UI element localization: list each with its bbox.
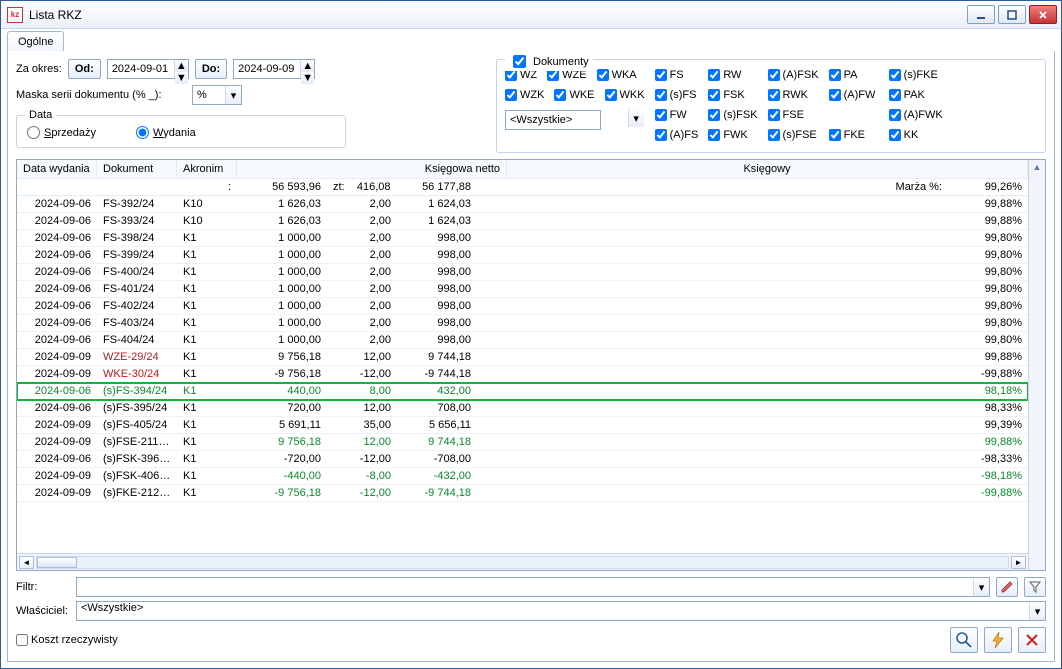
to-button[interactable]: Do:	[195, 59, 227, 79]
doc-check-pa[interactable]: PA	[829, 66, 879, 84]
run-button[interactable]	[984, 627, 1012, 653]
doc-check-wka[interactable]: WKA	[597, 66, 637, 84]
main-pane: Za okres: Od: ▲▼ Do: ▲▼	[7, 51, 1055, 662]
doc-check-fke[interactable]: FKE	[829, 126, 879, 144]
app-window: kz Lista RKZ Ogólne Za okres: Od:	[0, 0, 1062, 669]
magnifier-icon	[955, 631, 973, 649]
table-row[interactable]: 2024-09-06(s)FS-395/24K1720,0012,00708,0…	[17, 400, 1028, 417]
col-doc[interactable]: Dokument	[97, 160, 177, 178]
chevron-down-icon[interactable]: ▾	[1029, 602, 1045, 620]
grid-body[interactable]: 2024-09-06FS-392/24K101 626,032,001 624,…	[17, 196, 1028, 553]
radio-issue[interactable]: Wydania	[136, 126, 196, 139]
filter-clear-button[interactable]	[1024, 577, 1046, 597]
mask-label: Maska serii dokumentu (% _):	[16, 89, 186, 101]
doc-check-fs[interactable]: FS	[655, 66, 699, 84]
col-acronym[interactable]: Akronim	[177, 160, 237, 178]
delete-button[interactable]	[1018, 627, 1046, 653]
table-row[interactable]: 2024-09-06FS-393/24K101 626,032,001 624,…	[17, 213, 1028, 230]
window-title: Lista RKZ	[29, 8, 967, 22]
doc-check-sfse[interactable]: (s)FSE	[768, 126, 819, 144]
doc-check-sfs[interactable]: (s)FS	[655, 86, 699, 104]
table-row[interactable]: 2024-09-06FS-402/24K11 000,002,00998,009…	[17, 298, 1028, 315]
bottom-bar: Filtr: ▾ Właściciel: <Wszystkie> ▾	[16, 577, 1046, 653]
col-date[interactable]: Data wydania	[17, 160, 97, 178]
table-row[interactable]: 2024-09-09(s)FKE-212/24K1-9 756,18-12,00…	[17, 485, 1028, 502]
doc-check-kk[interactable]: KK	[889, 126, 943, 144]
funnel-icon	[1028, 580, 1042, 594]
from-button[interactable]: Od:	[68, 59, 101, 79]
date-from-spinner[interactable]: ▲▼	[174, 60, 188, 78]
pencil-icon	[1000, 580, 1014, 594]
doc-check-wzk[interactable]: WZK	[505, 86, 544, 104]
table-row[interactable]: 2024-09-06(s)FS-394/24K1440,008,00432,00…	[17, 383, 1028, 400]
doc-check-rwk[interactable]: RWK	[768, 86, 819, 104]
chevron-down-icon[interactable]: ▾	[973, 578, 989, 596]
table-row[interactable]: 2024-09-06FS-404/24K11 000,002,00998,009…	[17, 332, 1028, 349]
mask-dropdown-icon[interactable]: ▾	[225, 86, 241, 104]
owner-combo[interactable]: <Wszystkie> ▾	[76, 601, 1046, 621]
filter-label: Filtr:	[16, 581, 70, 593]
x-icon	[1024, 632, 1040, 648]
table-row[interactable]: 2024-09-09(s)FSE-211/24K19 756,1812,009 …	[17, 434, 1028, 451]
documents-select-dropdown-icon[interactable]: ▾	[628, 109, 644, 127]
table-row[interactable]: 2024-09-06FS-400/24K11 000,002,00998,009…	[17, 264, 1028, 281]
real-cost-checkbox[interactable]: Koszt rzeczywisty	[16, 634, 118, 646]
doc-check-afsk[interactable]: (A)FSK	[768, 66, 819, 84]
minimize-button[interactable]	[967, 5, 995, 24]
doc-check-fwk[interactable]: FWK	[708, 126, 757, 144]
lightning-icon	[989, 631, 1007, 649]
table-row[interactable]: 2024-09-09WKE-30/24K1-9 756,18-12,00-9 7…	[17, 366, 1028, 383]
close-button[interactable]	[1029, 5, 1057, 24]
owner-label: Właściciel:	[16, 605, 70, 617]
search-button[interactable]	[950, 627, 978, 653]
table-row[interactable]: 2024-09-09(s)FS-405/24K15 691,1135,005 6…	[17, 417, 1028, 434]
table-row[interactable]: 2024-09-06(s)FSK-396/24K1-720,00-12,00-7…	[17, 451, 1028, 468]
horizontal-scrollbar[interactable]: ◄ ►	[17, 553, 1028, 570]
window-buttons	[967, 5, 1057, 24]
doc-check-fsk[interactable]: FSK	[708, 86, 757, 104]
tab-bar: Ogólne	[1, 29, 1061, 51]
titlebar: kz Lista RKZ	[1, 1, 1061, 29]
doc-check-pak[interactable]: PAK	[889, 86, 943, 104]
filter-edit-button[interactable]	[996, 577, 1018, 597]
scroll-right-icon[interactable]: ►	[1011, 556, 1026, 569]
col-ksieg[interactable]: Księgowy	[507, 160, 1028, 178]
app-icon: kz	[7, 7, 23, 23]
table-row[interactable]: 2024-09-06FS-392/24K101 626,032,001 624,…	[17, 196, 1028, 213]
date-to-spinner[interactable]: ▲▼	[300, 60, 314, 78]
col-net[interactable]: Księgowa netto	[237, 160, 507, 178]
doc-check-fse[interactable]: FSE	[768, 106, 819, 124]
table-row[interactable]: 2024-09-09WZE-29/24K19 756,1812,009 744,…	[17, 349, 1028, 366]
period-label: Za okres:	[16, 63, 62, 75]
summary-row: : 56 593,96 zt: 416,08 56 177,88 Marża %…	[17, 179, 1028, 196]
doc-check-sfsk[interactable]: (s)FSK	[708, 106, 757, 124]
doc-check-afwk[interactable]: (A)FWK	[889, 106, 943, 124]
doc-check-afs[interactable]: (A)FS	[655, 126, 699, 144]
doc-check-wke[interactable]: WKE	[554, 86, 594, 104]
table-row[interactable]: 2024-09-06FS-398/24K11 000,002,00998,009…	[17, 230, 1028, 247]
filter-combo[interactable]: ▾	[76, 577, 990, 597]
doc-check-wkk[interactable]: WKK	[605, 86, 645, 104]
date-type-group: Data SSprzedażyprzedaży Wydania	[16, 115, 346, 148]
table-row[interactable]: 2024-09-06FS-399/24K11 000,002,00998,009…	[17, 247, 1028, 264]
date-type-legend: Data	[25, 109, 56, 121]
scroll-left-icon[interactable]: ◄	[19, 556, 34, 569]
doc-check-fw[interactable]: FW	[655, 106, 699, 124]
doc-check-afw[interactable]: (A)FW	[829, 86, 879, 104]
table-row[interactable]: 2024-09-06FS-403/24K11 000,002,00998,009…	[17, 315, 1028, 332]
doc-check-rw[interactable]: RW	[708, 66, 757, 84]
tab-general[interactable]: Ogólne	[7, 31, 64, 51]
table-row[interactable]: 2024-09-06FS-401/24K11 000,002,00998,009…	[17, 281, 1028, 298]
documents-select-combo[interactable]	[505, 110, 601, 130]
documents-legend[interactable]: Dokumenty	[505, 52, 593, 71]
documents-master-check[interactable]	[513, 55, 526, 68]
table-row[interactable]: 2024-09-09(s)FSK-406/24K1-440,00-8,00-43…	[17, 468, 1028, 485]
data-grid: Data wydania Dokument Akronim Księgowa n…	[16, 159, 1046, 571]
vertical-scrollbar[interactable]: ▲	[1028, 160, 1045, 570]
maximize-button[interactable]	[998, 5, 1026, 24]
doc-check-sfke[interactable]: (s)FKE	[889, 66, 943, 84]
radio-sale[interactable]: SSprzedażyprzedaży	[27, 126, 96, 139]
documents-group: Dokumenty WZWZEWKA WZKWKEWKK ▾ FS(s)FSFW…	[496, 59, 1046, 153]
top-controls: Za okres: Od: ▲▼ Do: ▲▼	[16, 59, 1046, 153]
